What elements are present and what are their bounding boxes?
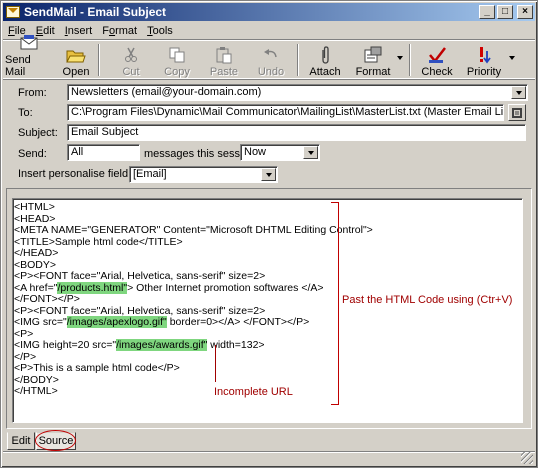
maximize-button[interactable]: □ — [497, 5, 513, 19]
cut-button[interactable]: Cut — [111, 42, 151, 78]
menu-tools[interactable]: Tools — [142, 25, 178, 37]
code-line: <P>This is a sample html code</P> — [14, 362, 180, 374]
send-when-value: Now — [244, 146, 267, 158]
resize-grip[interactable] — [521, 452, 533, 464]
send-mail-icon — [19, 34, 39, 52]
scissors-icon — [121, 46, 141, 64]
spell-check-icon — [427, 46, 447, 64]
toolbar-separator — [98, 44, 100, 76]
menu-format-pre: F — [102, 24, 109, 37]
paste-instruction-note: Past the HTML Code using (Ctr+V) — [342, 294, 513, 306]
format-button[interactable]: Format — [351, 42, 395, 78]
subject-field[interactable]: Email Subject — [67, 124, 526, 141]
paste-label: Paste — [209, 66, 239, 78]
menu-file-accel: F — [8, 24, 15, 37]
paste-button[interactable]: Paste — [203, 42, 245, 78]
code-line: </FONT></P> — [14, 293, 80, 305]
from-select[interactable]: Newsletters (email@your-domain.com) — [67, 84, 528, 101]
to-label: To: — [18, 107, 33, 119]
from-label: From: — [18, 87, 47, 99]
personalise-select[interactable]: [Email] — [129, 166, 278, 183]
code-line: </HTML> — [14, 385, 58, 397]
minimize-button[interactable]: _ — [479, 5, 495, 19]
code-line: <META NAME="GENERATOR" Content="Microsof… — [14, 224, 373, 236]
incomplete-url-arrow — [215, 345, 216, 382]
format-label: Format — [355, 66, 391, 78]
copy-icon — [167, 46, 187, 64]
menu-format-rest: rmat — [115, 24, 138, 37]
source-tab-highlight — [35, 430, 76, 451]
to-field[interactable]: C:\Program Files\Dynamic\Mail Communicat… — [67, 104, 504, 121]
toolbar-separator — [297, 44, 299, 76]
code-line: </HEAD> — [14, 247, 59, 259]
code-line: <HTML> — [14, 201, 55, 213]
to-value: C:\Program Files\Dynamic\Mail Communicat… — [71, 106, 504, 118]
code-fragment: <IMG height=20 src=" — [14, 339, 117, 351]
folder-open-icon — [66, 46, 86, 64]
check-label: Check — [421, 66, 453, 78]
incomplete-url-note: Incomplete URL — [214, 386, 293, 398]
copy-label: Copy — [164, 66, 190, 78]
cut-label: Cut — [122, 66, 140, 78]
code-line: <P><FONT face="Arial, Helvetica, sans-se… — [14, 270, 266, 282]
personalise-value: [Email] — [133, 168, 167, 180]
undo-button[interactable]: Undo — [251, 42, 291, 78]
status-bar — [3, 451, 535, 466]
send-count-value: All — [71, 146, 84, 158]
subject-label: Subject: — [18, 127, 58, 139]
toolbar-separator — [409, 44, 411, 76]
incomplete-url-highlight: /images/awards.gif" — [116, 339, 208, 351]
menu-insert-rest: nsert — [67, 24, 93, 37]
title-bar[interactable]: SendMail - Email Subject _ □ × — [3, 3, 535, 21]
tab-edit[interactable]: Edit — [7, 432, 35, 450]
code-fragment: border=0></A> </FONT></P> — [166, 316, 310, 328]
toolbar: Send Mail Open Cut Copy Paste Undo Attac… — [3, 35, 535, 79]
priority-icon — [474, 46, 494, 64]
close-button[interactable]: × — [517, 5, 533, 19]
code-line: <IMG height=20 src="/images/awards.gif" … — [14, 339, 265, 351]
address-book-icon — [512, 107, 522, 118]
format-dropdown-arrow[interactable] — [397, 56, 403, 60]
address-book-button[interactable] — [508, 104, 526, 121]
priority-label: Priority — [466, 66, 502, 78]
menu-tools-rest: ools — [152, 24, 173, 37]
incomplete-url-highlight: /images/apexlogo.gif" — [66, 316, 167, 328]
open-button[interactable]: Open — [59, 42, 93, 78]
from-dropdown-button[interactable] — [511, 86, 526, 99]
attach-button[interactable]: Attach — [305, 42, 345, 78]
personalise-dropdown-button[interactable] — [261, 168, 276, 181]
window-title: SendMail - Email Subject — [24, 5, 167, 19]
clipboard-icon — [214, 46, 234, 64]
undo-icon — [261, 46, 281, 64]
paperclip-icon — [315, 46, 335, 64]
code-bracket-annotation — [331, 202, 339, 405]
sendmail-window: SendMail - Email Subject _ □ × File Edit… — [0, 0, 538, 468]
priority-button[interactable]: Priority — [463, 42, 505, 78]
menu-insert[interactable]: Insert — [60, 25, 98, 37]
menu-format[interactable]: Format — [97, 25, 142, 37]
format-icon — [363, 46, 383, 64]
undo-label: Undo — [257, 66, 285, 78]
send-mail-label: Send Mail — [5, 54, 31, 78]
code-fragment: <IMG src=" — [14, 316, 67, 328]
send-when-dropdown-button[interactable] — [303, 146, 318, 159]
from-value: Newsletters (email@your-domain.com) — [71, 86, 262, 98]
send-label: Send: — [18, 148, 47, 160]
personalise-label: Insert personalise field: — [18, 168, 132, 180]
messages-session-label: messages this session — [144, 148, 255, 160]
copy-button[interactable]: Copy — [157, 42, 197, 78]
attach-label: Attach — [309, 66, 341, 78]
check-button[interactable]: Check — [417, 42, 457, 78]
menu-edit-rest: dit — [43, 24, 55, 37]
open-label: Open — [62, 66, 90, 78]
send-count-field[interactable]: All — [67, 144, 140, 161]
envelope-icon — [6, 6, 20, 18]
code-line: <IMG src="/images/apexlogo.gif" border=0… — [14, 316, 309, 328]
send-mail-button[interactable]: Send Mail — [5, 35, 53, 78]
priority-dropdown-arrow[interactable] — [509, 56, 515, 60]
subject-value: Email Subject — [71, 126, 139, 138]
send-when-select[interactable]: Now — [240, 144, 320, 161]
menu-bar: File Edit Insert Format Tools — [3, 22, 535, 39]
code-fragment: > Other Internet promotion softwares </A… — [127, 282, 324, 294]
